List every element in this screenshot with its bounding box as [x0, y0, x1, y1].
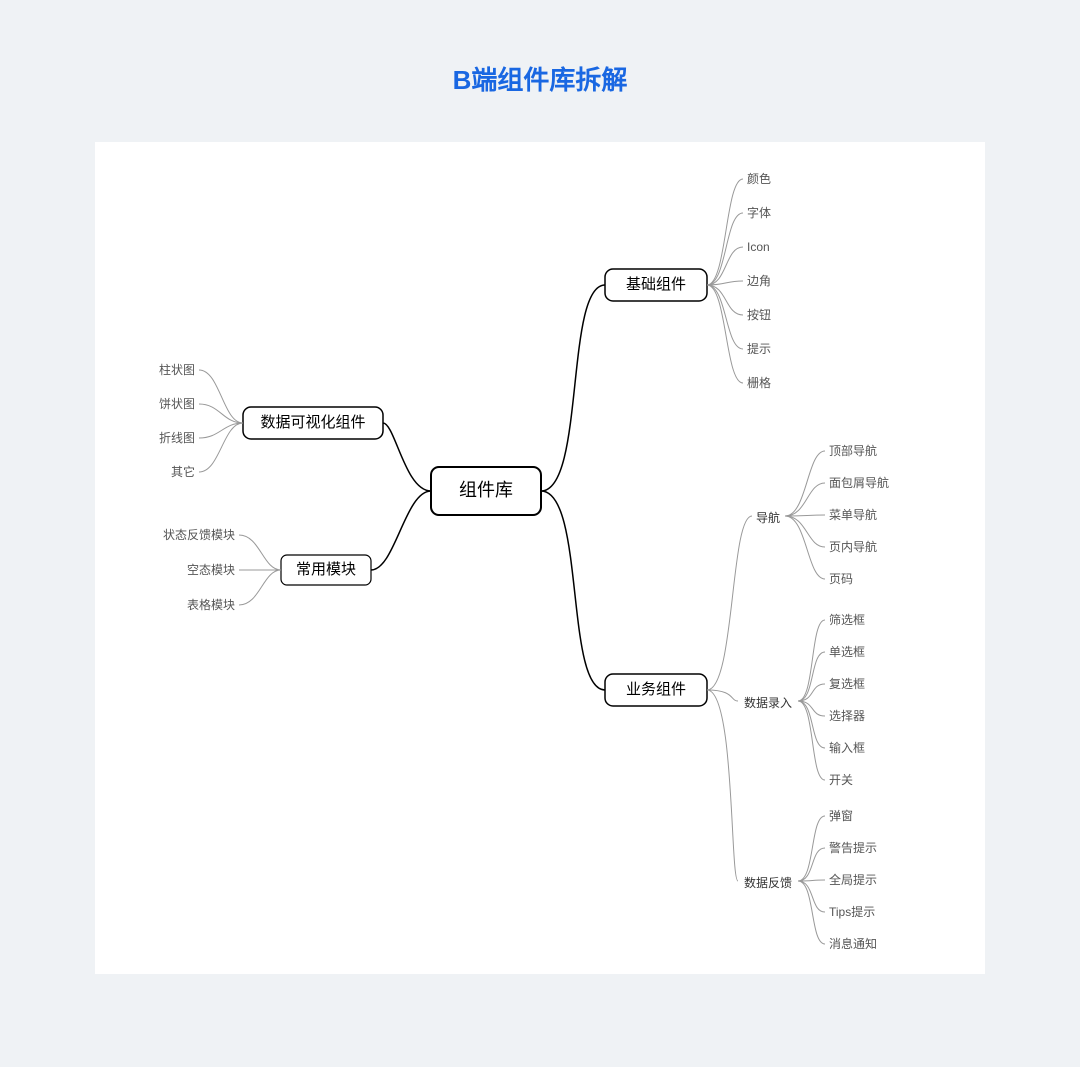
svg-text:顶部导航: 顶部导航: [829, 443, 877, 458]
svg-text:页内导航: 页内导航: [829, 539, 877, 554]
mindmap-subgroup-nav: 导航: [756, 510, 780, 525]
svg-text:饼状图: 饼状图: [159, 397, 195, 411]
mindmap-node-dataviz-label: 数据可视化组件: [260, 414, 365, 431]
svg-text:状态反馈模块: 状态反馈模块: [163, 528, 235, 542]
edge-root-modules: [371, 491, 431, 570]
edge-root-dataviz: [383, 423, 431, 491]
mindmap-node-modules-label: 常用模块: [296, 561, 356, 578]
svg-text:栅格: 栅格: [747, 375, 771, 390]
mindmap-subgroup-input: 数据录入: [744, 695, 792, 710]
mindmap-leaves-feedback: 弹窗 警告提示 全局提示 Tips提示 消息通知: [829, 809, 877, 951]
mindmap-leaves-nav: 顶部导航 面包屑导航 菜单导航 页内导航 页码: [829, 443, 889, 586]
svg-text:页码: 页码: [829, 572, 853, 586]
svg-text:柱状图: 柱状图: [159, 362, 195, 377]
mindmap-subgroup-feedback: 数据反馈: [744, 875, 792, 890]
svg-text:其它: 其它: [171, 464, 195, 479]
mindmap-leaves-dataviz: 柱状图 饼状图 折线图 其它: [159, 362, 195, 479]
mindmap-node-business-label: 业务组件: [626, 681, 686, 698]
svg-text:复选框: 复选框: [829, 677, 865, 691]
svg-text:输入框: 输入框: [829, 740, 865, 755]
mindmap-leaves-modules: 状态反馈模块 空态模块 表格模块: [163, 528, 235, 612]
svg-text:菜单导航: 菜单导航: [829, 507, 877, 522]
svg-text:边角: 边角: [747, 274, 771, 288]
svg-text:单选框: 单选框: [829, 645, 865, 659]
svg-text:弹窗: 弹窗: [829, 809, 853, 823]
edge-root-basic: [541, 285, 605, 491]
svg-text:面包屑导航: 面包屑导航: [829, 475, 889, 490]
svg-text:消息通知: 消息通知: [829, 936, 877, 951]
svg-text:按钮: 按钮: [747, 307, 771, 322]
mindmap-leaves-basic: 颜色 字体 Icon 边角 按钮 提示 栅格: [747, 171, 771, 390]
svg-text:颜色: 颜色: [747, 171, 771, 186]
svg-text:开关: 开关: [829, 773, 853, 787]
edge-root-business: [541, 491, 605, 690]
page-title: B端组件库拆解: [0, 0, 1080, 142]
svg-text:Icon: Icon: [747, 240, 770, 254]
mindmap-canvas: 组件库 数据可视化组件 常用模块 柱状图 饼状图 折线图 其它 状态反馈模块 空…: [95, 142, 985, 974]
svg-text:字体: 字体: [747, 205, 771, 220]
svg-text:表格模块: 表格模块: [187, 597, 235, 612]
mindmap-root-label: 组件库: [459, 480, 513, 500]
mindmap-node-basic-label: 基础组件: [626, 276, 686, 293]
svg-text:全局提示: 全局提示: [829, 872, 877, 887]
svg-text:警告提示: 警告提示: [829, 840, 877, 855]
svg-text:筛选框: 筛选框: [829, 612, 865, 627]
svg-text:Tips提示: Tips提示: [829, 904, 875, 919]
svg-text:空态模块: 空态模块: [187, 563, 235, 577]
mindmap-leaves-input: 筛选框 单选框 复选框 选择器 输入框 开关: [829, 612, 865, 787]
svg-text:选择器: 选择器: [829, 709, 865, 723]
svg-text:折线图: 折线图: [159, 430, 195, 445]
svg-text:提示: 提示: [747, 341, 771, 356]
